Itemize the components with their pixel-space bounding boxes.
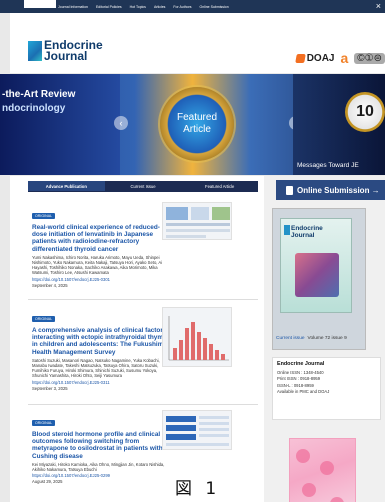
- close-icon[interactable]: ×: [376, 1, 381, 11]
- article-date: August 29, 2025: [32, 479, 63, 485]
- article-type-badge: ORIGINAL: [32, 420, 56, 426]
- tab-underline: [28, 191, 258, 192]
- article-thumbnail[interactable]: [162, 202, 232, 240]
- tab-current-issue[interactable]: Current Issue: [105, 181, 182, 191]
- nav-for-authors[interactable]: For Authors: [173, 5, 191, 9]
- current-issue-caption: Current issue Volume 72 issue 9: [276, 336, 368, 341]
- article-title-link[interactable]: Blood steroid hormone profile and clinic…: [32, 431, 172, 460]
- online-submission-label: Online Submission →: [297, 185, 380, 195]
- cover-artwork: [295, 253, 339, 297]
- promo-dot: [330, 497, 344, 502]
- featured-article-badge[interactable]: Featured Article: [160, 87, 234, 161]
- site-header: Endocrine Journal DOAJ a ©①⊜: [10, 13, 385, 73]
- article-thumbnail[interactable]: [162, 307, 232, 367]
- article-separator: [28, 299, 258, 300]
- journal-logo[interactable]: Endocrine Journal: [28, 39, 103, 63]
- creative-commons-icon[interactable]: ©①⊜: [354, 52, 385, 64]
- banner-right-message: Messages Toward JE: [297, 162, 359, 169]
- journal-logo-text: Endocrine Journal: [44, 39, 103, 63]
- article-doi-link[interactable]: https://doi.org/10.1507/endocrj.EJ25-031…: [32, 380, 262, 385]
- journal-cover[interactable]: Endocrine Journal: [280, 218, 352, 313]
- article-authors: Satoshi Suzuki, Masanori Nagao, Natsuko …: [32, 357, 160, 379]
- online-submission-button[interactable]: Online Submission →: [276, 180, 385, 200]
- article-authors: Yumi Nakashima, Ichiro Norita, Haruka Ar…: [32, 254, 163, 276]
- article-type-badge: ORIGINAL: [32, 316, 56, 322]
- cover-title-line-2: Journal: [291, 232, 315, 239]
- current-issue-link[interactable]: Current issue: [276, 336, 305, 341]
- document-icon: [286, 185, 293, 195]
- article-tabs: Advance Publication Current Issue Featur…: [28, 181, 258, 191]
- article-separator: [28, 404, 258, 405]
- banner-left-title-1: -the-Art Review: [2, 89, 76, 100]
- article-doi-link[interactable]: https://doi.org/10.1507/endocrj.EJ25-029…: [32, 473, 262, 478]
- volume-label: Volume 72 issue 9: [307, 336, 347, 341]
- promo-dot: [296, 449, 310, 463]
- article-type-badge: ORIGINAL: [32, 213, 56, 219]
- banner-slide-left[interactable]: -the-Art Review ndocrinology: [0, 74, 120, 175]
- promo-banner[interactable]: [289, 438, 356, 502]
- cover-title: Endocrine Journal: [291, 225, 323, 239]
- tab-featured-article[interactable]: Featured Article: [181, 181, 258, 191]
- partner-logos: DOAJ a ©①⊜: [294, 50, 385, 66]
- right-sidebar: Online Submission → Endocrine Journal Cu…: [264, 176, 385, 502]
- nav-hot-topics[interactable]: Hot Topics: [130, 5, 146, 9]
- doaj-label: DOAJ: [306, 52, 335, 64]
- thumbnail-figure: [166, 207, 230, 238]
- doaj-icon: [294, 53, 306, 63]
- journal-info-box: Endocrine Journal Online ISSN : 1348-454…: [272, 357, 381, 420]
- banner-slide-right[interactable]: 10 Messages Toward JE: [293, 74, 385, 175]
- article-thumbnail[interactable]: [162, 410, 232, 450]
- article-title-link[interactable]: Real-world clinical experience of reduce…: [32, 224, 172, 253]
- thumbnail-figure: [166, 416, 229, 446]
- banner-left-title-2: ndocrinology: [2, 103, 66, 114]
- nav-articles[interactable]: Articles: [154, 5, 165, 9]
- promo-dot: [320, 461, 334, 475]
- article-date: September 3, 2025: [32, 385, 68, 391]
- main-content: Advance Publication Current Issue Featur…: [10, 176, 264, 502]
- featured-label-2: Article: [183, 124, 211, 135]
- promo-dot: [302, 483, 316, 497]
- tab-advance-publication[interactable]: Advance Publication: [28, 181, 105, 191]
- top-logo-tab[interactable]: [24, 0, 56, 8]
- carousel-prev-icon[interactable]: ‹: [114, 116, 128, 130]
- open-access-icon: a: [340, 50, 349, 66]
- hero-banner[interactable]: -the-Art Review ndocrinology Featured Ar…: [0, 74, 385, 175]
- thumbnail-figure: [168, 316, 229, 361]
- brand-line-2: Journal: [44, 49, 88, 63]
- info-title: Endocrine Journal: [277, 361, 325, 367]
- nav-editorial-policies[interactable]: Editorial Policies: [96, 5, 122, 9]
- cover-title-line-1: Endocrine: [291, 225, 323, 232]
- nav-journal-information[interactable]: Journal Information: [58, 5, 88, 9]
- article-doi-link[interactable]: https://doi.org/10.1507/endocrj.EJ25-030…: [32, 277, 262, 282]
- article-authors: Kei Miyazaki, Hiroko Kamioka, Aika Ohno,…: [32, 461, 165, 473]
- article-title-link[interactable]: A comprehensive analysis of clinical fac…: [32, 327, 172, 356]
- article-date: September 4, 2025: [32, 282, 68, 288]
- availability-note: Available in PMC and DOAJ: [277, 388, 330, 394]
- journal-logo-mark: [28, 41, 42, 61]
- figure-label: 図 1: [175, 479, 221, 499]
- top-navigation: Journal Information Editorial Policies H…: [0, 0, 385, 13]
- featured-label-1: Featured: [176, 112, 218, 123]
- doaj-logo[interactable]: DOAJ: [294, 52, 335, 64]
- anniversary-badge: 10: [345, 92, 385, 132]
- cover-logo-mark: [284, 225, 290, 235]
- nav-online-submission[interactable]: Online Submission: [200, 5, 229, 9]
